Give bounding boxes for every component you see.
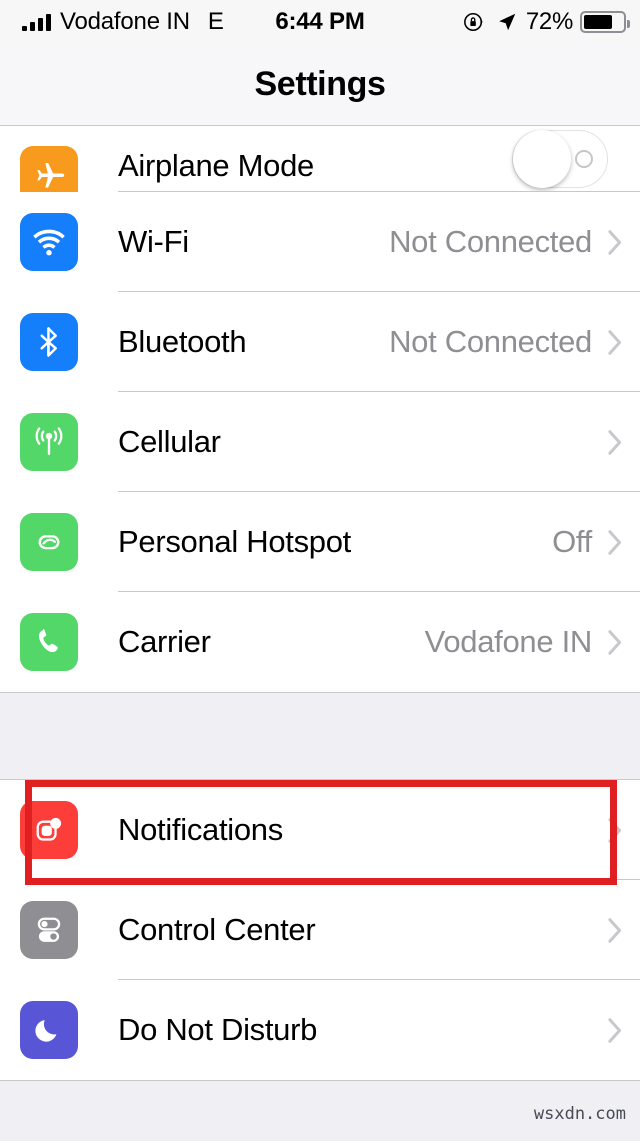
settings-row-value: Off: [552, 524, 592, 559]
settings-row-value: Not Connected: [389, 224, 592, 259]
settings-row-accessory: [608, 817, 640, 843]
control-center-toggles-icon: [20, 901, 78, 959]
bluetooth-icon: [20, 313, 78, 371]
page-title: Settings: [254, 65, 386, 103]
chevron-right-icon: [608, 917, 622, 943]
settings-row-accessory: Off: [552, 524, 640, 560]
settings-row-label: Notifications: [118, 812, 283, 847]
phone-handset-icon: [20, 613, 78, 671]
settings-list[interactable]: Airplane Mode Wi-Fi Not Connected Blueto…: [0, 126, 640, 1141]
settings-row-label: Cellular: [118, 424, 221, 459]
toggle-off-indicator: [575, 150, 593, 168]
chevron-right-icon: [608, 329, 622, 355]
location-arrow-icon: [499, 13, 516, 31]
settings-row-accessory: [512, 130, 640, 188]
settings-group-connectivity: Airplane Mode Wi-Fi Not Connected Blueto…: [0, 126, 640, 692]
hotspot-link-icon: [20, 513, 78, 571]
settings-row-accessory: Vodafone IN: [425, 624, 640, 660]
settings-row-bluetooth[interactable]: Bluetooth Not Connected: [0, 292, 640, 392]
settings-row-control-center[interactable]: Control Center: [0, 880, 640, 980]
chevron-right-icon: [608, 429, 622, 455]
settings-row-label: Wi-Fi: [118, 224, 189, 259]
rotation-lock-icon: [463, 12, 483, 32]
section-gap: [0, 692, 640, 780]
settings-row-carrier[interactable]: Carrier Vodafone IN: [0, 592, 640, 692]
settings-row-personal-hotspot[interactable]: Personal Hotspot Off: [0, 492, 640, 592]
settings-row-label: Bluetooth: [118, 324, 247, 359]
settings-row-label: Carrier: [118, 624, 211, 659]
chevron-right-icon: [608, 529, 622, 555]
settings-row-value: Not Connected: [389, 324, 592, 359]
settings-row-cellular[interactable]: Cellular: [0, 392, 640, 492]
airplane-mode-toggle[interactable]: [512, 130, 608, 188]
settings-row-accessory: [608, 917, 640, 943]
settings-group-system: Notifications Control Center Do Not Dist…: [0, 780, 640, 1080]
toggle-knob: [513, 130, 571, 188]
watermark: wsxdn.com: [533, 1104, 626, 1124]
settings-row-label: Personal Hotspot: [118, 524, 351, 559]
battery-icon: [580, 11, 630, 33]
chevron-right-icon: [608, 229, 622, 255]
moon-icon: [20, 1001, 78, 1059]
settings-row-value: Vodafone IN: [424, 624, 593, 659]
cellular-antenna-icon: [20, 413, 78, 471]
settings-row-label: Control Center: [118, 912, 316, 947]
notifications-badge-icon: [20, 801, 78, 859]
battery-percentage: 72%: [525, 8, 573, 35]
wifi-icon: [20, 213, 78, 271]
settings-row-accessory: Not Connected: [389, 224, 640, 260]
navigation-header: Settings: [0, 44, 640, 126]
settings-row-label: Airplane Mode: [118, 148, 314, 183]
settings-row-accessory: Not Connected: [389, 324, 640, 360]
status-bar-right: 72%: [463, 8, 630, 36]
settings-row-do-not-disturb[interactable]: Do Not Disturb: [0, 980, 640, 1080]
settings-row-accessory: [608, 429, 640, 455]
settings-row-accessory: [608, 1017, 640, 1043]
chevron-right-icon: [608, 817, 622, 843]
settings-row-label: Do Not Disturb: [118, 1012, 318, 1047]
chevron-right-icon: [608, 1017, 622, 1043]
settings-row-wifi[interactable]: Wi-Fi Not Connected: [0, 192, 640, 292]
settings-row-notifications[interactable]: Notifications: [0, 780, 640, 880]
chevron-right-icon: [608, 629, 622, 655]
status-bar: Vodafone IN E 6:44 PM 72%: [0, 0, 640, 44]
settings-row-airplane-mode[interactable]: Airplane Mode: [0, 126, 640, 204]
